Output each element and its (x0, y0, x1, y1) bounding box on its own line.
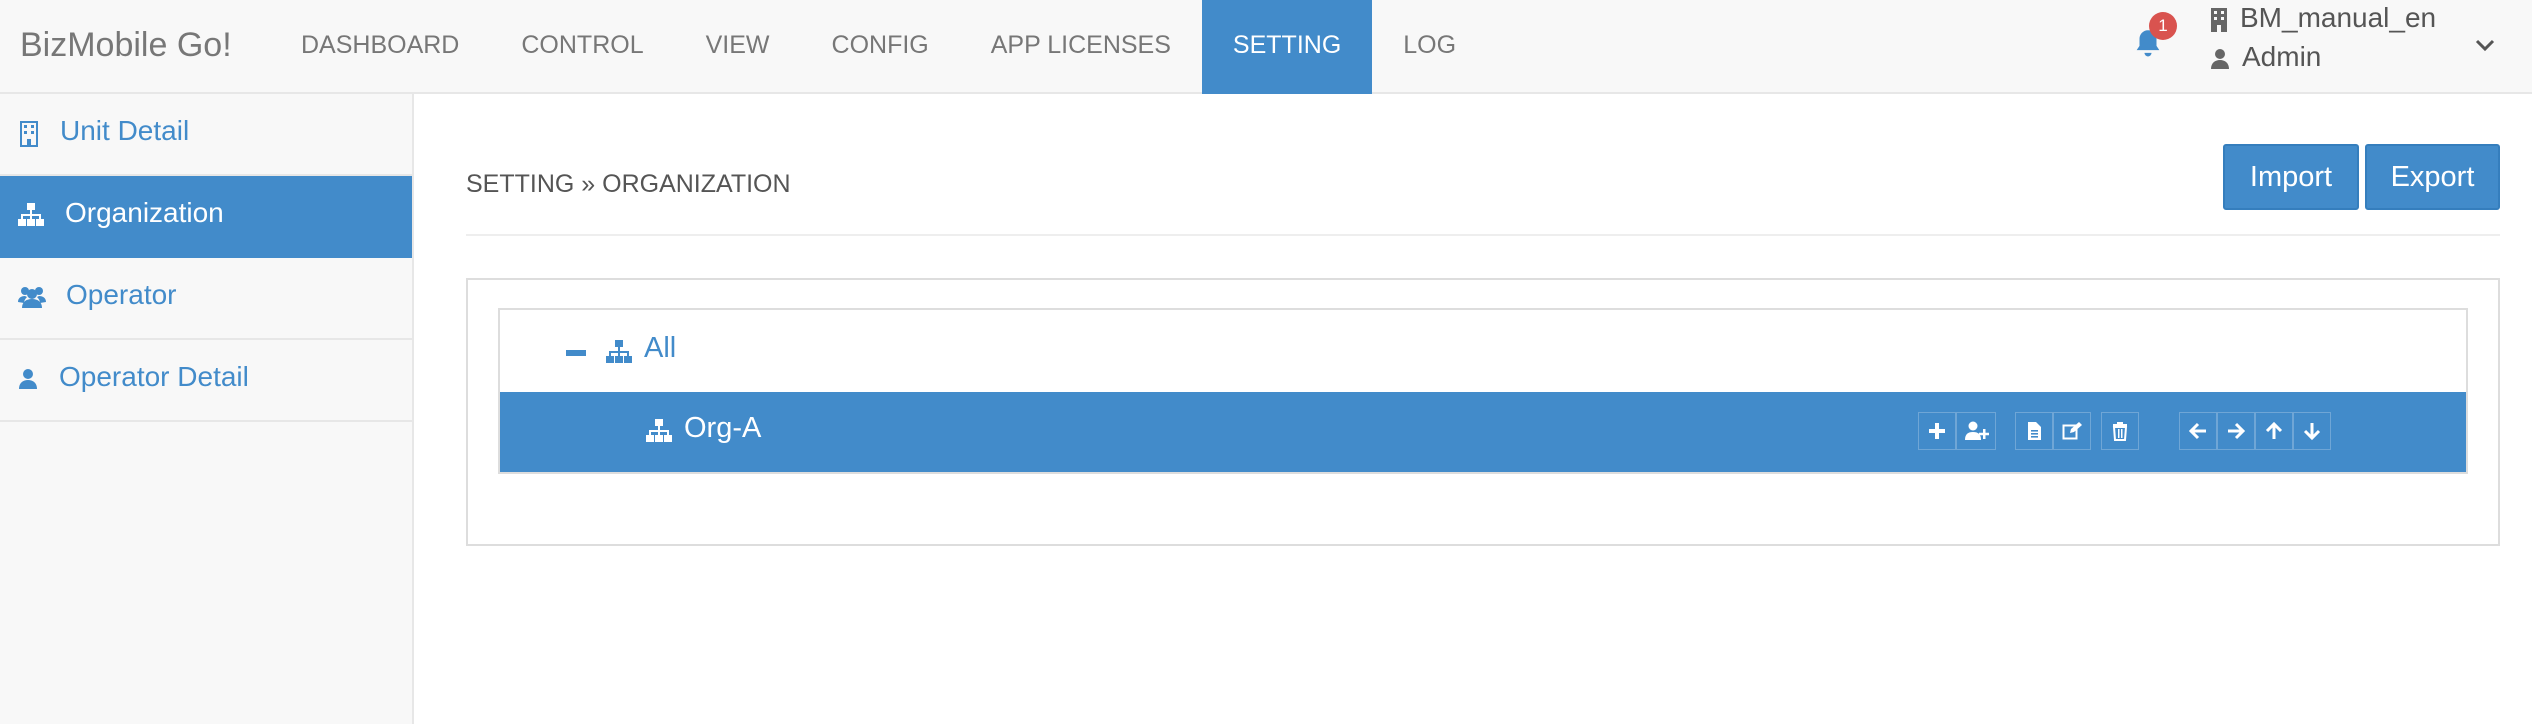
document-icon (2028, 422, 2041, 440)
username-line: Admin (2210, 41, 2321, 73)
collapse-icon[interactable] (566, 350, 586, 356)
building-icon (2211, 7, 2227, 32)
tree-node-label[interactable]: Org-A (684, 412, 761, 445)
trash-icon (2112, 422, 2128, 441)
arrow-left-icon (2188, 422, 2206, 440)
arrow-down-icon (2303, 423, 2321, 441)
arrow-right-icon (2228, 422, 2246, 440)
user-icon (19, 369, 37, 389)
sidebar-item-label: Operator Detail (59, 361, 249, 392)
sidebar-item-label: Unit Detail (60, 115, 190, 146)
move-left-button[interactable] (2179, 412, 2217, 450)
nav-app-licenses[interactable]: APP LICENSES (960, 0, 1202, 94)
tree-node-label[interactable]: All (644, 332, 676, 365)
building-icon (20, 121, 38, 147)
nav-log[interactable]: LOG (1372, 0, 1487, 94)
add-child-button[interactable] (1918, 412, 1956, 450)
chevron-down-icon[interactable] (2474, 34, 2496, 56)
sitemap-icon (646, 419, 672, 442)
move-down-button[interactable] (2293, 412, 2331, 450)
sidebar-item-operator[interactable]: Operator (0, 258, 412, 340)
edit-button[interactable] (2053, 412, 2091, 450)
nav-dashboard[interactable]: DASHBOARD (270, 0, 490, 94)
sidebar-item-label: Operator (66, 279, 177, 310)
sidebar: Unit Detail Organization Operator Operat… (0, 94, 414, 724)
import-button[interactable]: Import (2223, 144, 2359, 210)
sitemap-icon (606, 340, 632, 363)
organization-name: BM_manual_en (2240, 2, 2437, 33)
tree-node-row[interactable]: Org-A (500, 392, 2466, 472)
arrow-up-icon (2265, 421, 2283, 439)
plus-icon (1929, 423, 1945, 439)
tree-node-root: All (500, 310, 2466, 392)
header-divider (466, 234, 2500, 236)
nav-config[interactable]: CONFIG (801, 0, 960, 94)
export-button[interactable]: Export (2365, 144, 2500, 210)
nav-setting[interactable]: SETTING (1201, 0, 1373, 94)
top-navbar: BizMobile Go! DASHBOARD CONTROL VIEW CON… (0, 0, 2532, 94)
username: Admin (2242, 41, 2322, 72)
move-up-button[interactable] (2255, 412, 2293, 450)
nav-control[interactable]: CONTROL (490, 0, 674, 94)
detail-button[interactable] (2015, 412, 2053, 450)
delete-button[interactable] (2101, 412, 2139, 450)
add-operator-button[interactable] (1956, 412, 1996, 450)
main-nav: DASHBOARD CONTROL VIEW CONFIG APP LICENS… (270, 0, 1487, 94)
brand-logo[interactable]: BizMobile Go! (20, 0, 232, 94)
add-user-icon (1965, 421, 1989, 440)
sidebar-item-organization[interactable]: Organization (0, 176, 412, 258)
nav-view[interactable]: VIEW (675, 0, 801, 94)
sidebar-item-operator-detail[interactable]: Operator Detail (0, 340, 412, 422)
sidebar-item-label: Organization (65, 197, 224, 228)
move-right-button[interactable] (2217, 412, 2255, 450)
users-icon (18, 287, 46, 308)
breadcrumb: SETTING » ORGANIZATION (466, 170, 791, 198)
organization-tree: All Org-A (498, 308, 2468, 474)
sidebar-item-unit-detail[interactable]: Unit Detail (0, 94, 412, 176)
organization-line: BM_manual_en (2210, 2, 2436, 34)
edit-icon (2062, 422, 2082, 440)
user-icon (2211, 48, 2229, 69)
sitemap-icon (18, 203, 44, 226)
notification-badge: 1 (2149, 12, 2177, 40)
